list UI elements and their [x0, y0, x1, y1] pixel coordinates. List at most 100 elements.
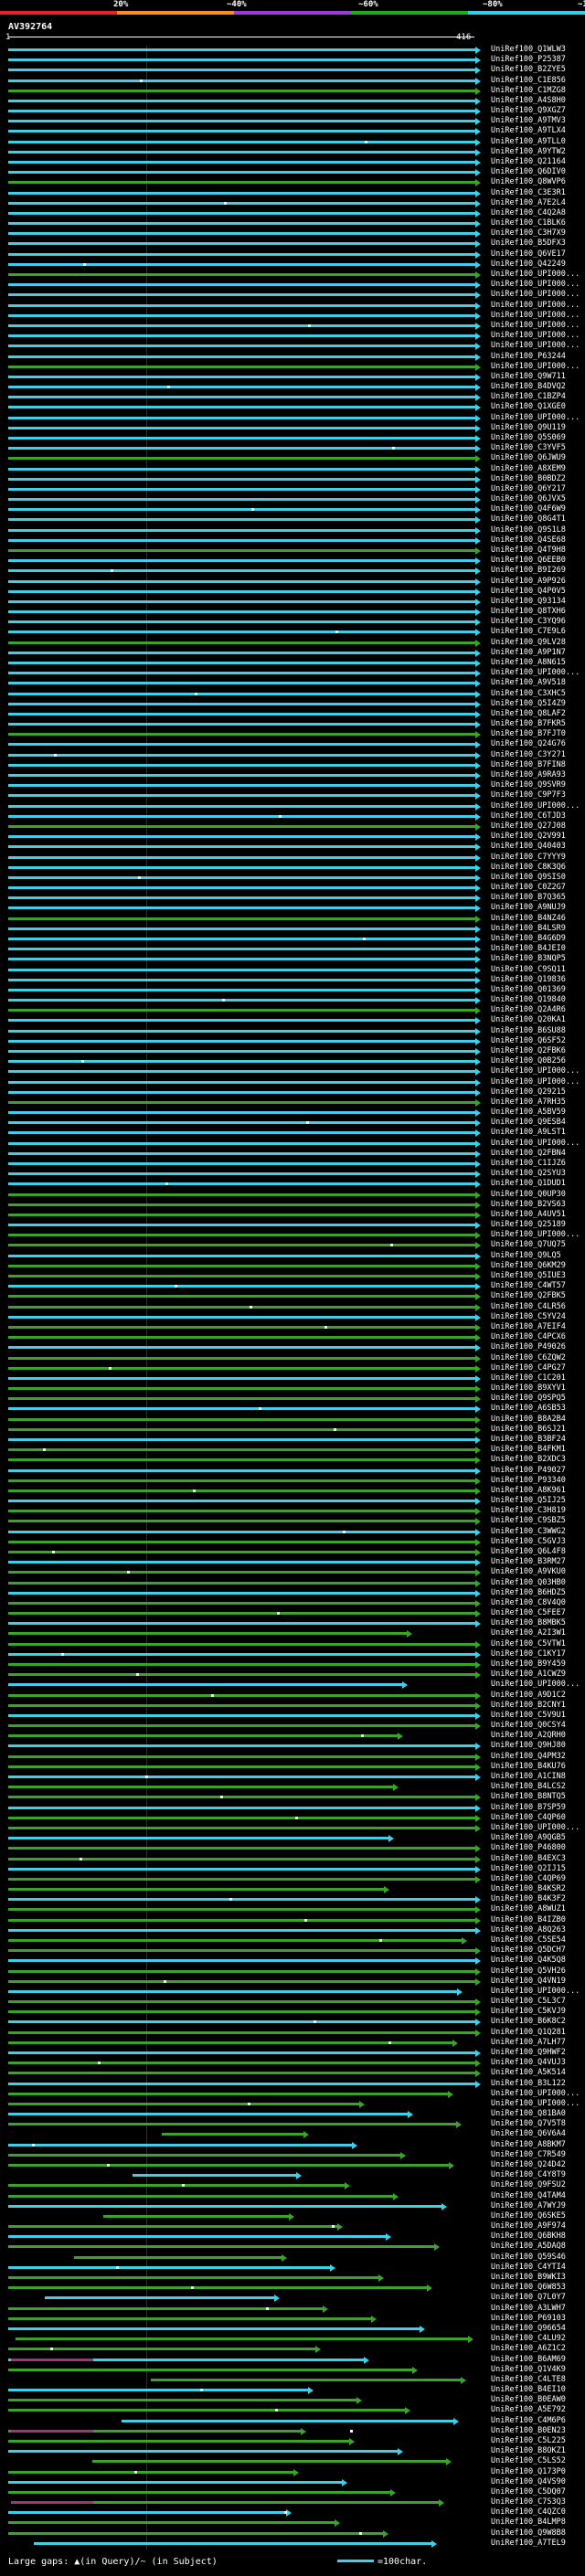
hit-id[interactable]: UniRef100_A9RA93 [491, 770, 566, 779]
hit-row[interactable]: UniRef100_Q9HWF2 [0, 2048, 585, 2058]
hit-row[interactable]: UniRef100_C4PCX6 [0, 1332, 585, 1342]
hit-id[interactable]: UniRef100_B6AM69 [491, 2355, 566, 2364]
hit-id[interactable]: UniRef100_B4FKM1 [491, 1445, 566, 1454]
hit-id[interactable]: UniRef100_B4EXC3 [491, 1854, 566, 1863]
hit-id[interactable]: UniRef100_Q6KM29 [491, 1261, 566, 1270]
hit-row[interactable]: UniRef100_Q2FBK5 [0, 1291, 585, 1301]
hit-id[interactable]: UniRef100_Q59S46 [491, 2253, 566, 2262]
hit-id[interactable]: UniRef100_Q6W853 [491, 2283, 566, 2292]
hit-id[interactable]: UniRef100_B8A2B4 [491, 1415, 566, 1424]
hit-id[interactable]: UniRef100_Q7L0Y7 [491, 2293, 566, 2302]
hit-id[interactable]: UniRef100_Q8TXH6 [491, 607, 566, 616]
hit-id[interactable]: UniRef100_B9WKI3 [491, 2273, 566, 2282]
hit-row[interactable]: UniRef100_C4Y8T9 [0, 2170, 585, 2180]
hit-id[interactable]: UniRef100_Q03HB0 [491, 1578, 566, 1587]
hit-id[interactable]: UniRef100_UPI000... [491, 301, 580, 310]
hit-row[interactable]: UniRef100_UPI000... [0, 311, 585, 321]
hit-row[interactable]: UniRef100_B7SP59 [0, 1803, 585, 1813]
hit-row[interactable]: UniRef100_Q1WLW3 [0, 45, 585, 55]
hit-row[interactable]: UniRef100_UPI000... [0, 280, 585, 290]
hit-row[interactable]: UniRef100_Q0CSY4 [0, 1721, 585, 1731]
hit-row[interactable]: UniRef100_UPI000... [0, 1680, 585, 1690]
hit-id[interactable]: UniRef100_Q1WLW3 [491, 45, 566, 54]
hit-row[interactable]: UniRef100_A9VKU0 [0, 1567, 585, 1577]
hit-row[interactable]: UniRef100_Q03HB0 [0, 1578, 585, 1588]
hit-row[interactable]: UniRef100_UPI000... [0, 301, 585, 311]
hit-row[interactable]: UniRef100_Q6JWU9 [0, 453, 585, 463]
hit-id[interactable]: UniRef100_C7YYY9 [491, 853, 566, 862]
hit-id[interactable]: UniRef100_B3RM27 [491, 1557, 566, 1566]
hit-id[interactable]: UniRef100_B7FJT0 [491, 729, 566, 738]
hit-id[interactable]: UniRef100_C1E856 [491, 76, 566, 85]
hit-row[interactable]: UniRef100_A3LWH7 [0, 2304, 585, 2314]
hit-row[interactable]: UniRef100_UPI000... [0, 1077, 585, 1087]
hit-id[interactable]: UniRef100_A9P926 [491, 577, 566, 586]
hit-id[interactable]: UniRef100_A9LST1 [491, 1128, 566, 1137]
hit-id[interactable]: UniRef100_Q19840 [491, 995, 566, 1004]
hit-id[interactable]: UniRef100_Q2A4R6 [491, 1005, 566, 1014]
hit-row[interactable]: UniRef100_B4EI10 [0, 2385, 585, 2395]
hit-id[interactable]: UniRef100_Q2SYU3 [491, 1169, 566, 1178]
hit-row[interactable]: UniRef100_A7WYJ9 [0, 2201, 585, 2211]
hit-id[interactable]: UniRef100_P93340 [491, 1476, 566, 1485]
hit-row[interactable]: UniRef100_Q1XGE0 [0, 402, 585, 412]
hit-id[interactable]: UniRef100_A8WUZ1 [491, 1904, 566, 1913]
hit-row[interactable]: UniRef100_UPI000... [0, 1139, 585, 1149]
hit-row[interactable]: UniRef100_UPI000... [0, 290, 585, 300]
hit-row[interactable]: UniRef100_Q4T9H8 [0, 546, 585, 556]
hit-id[interactable]: UniRef100_A9TMV3 [491, 116, 566, 125]
hit-row[interactable]: UniRef100_Q2A4R6 [0, 1005, 585, 1015]
hit-row[interactable]: UniRef100_B9Y459 [0, 1659, 585, 1670]
hit-id[interactable]: UniRef100_Q6VE17 [491, 249, 566, 259]
hit-row[interactable]: UniRef100_A4UV51 [0, 1210, 585, 1220]
hit-row[interactable]: UniRef100_Q4VN19 [0, 1977, 585, 1987]
hit-row[interactable]: UniRef100_C3WWG2 [0, 1527, 585, 1537]
hit-row[interactable]: UniRef100_C1E856 [0, 76, 585, 86]
hit-row[interactable]: UniRef100_A9F974 [0, 2221, 585, 2231]
hit-row[interactable]: UniRef100_Q4TAM4 [0, 2191, 585, 2201]
hit-id[interactable]: UniRef100_A2QRH0 [491, 1731, 566, 1740]
hit-row[interactable]: UniRef100_C1BZP4 [0, 392, 585, 402]
hit-id[interactable]: UniRef100_B9XYV1 [491, 1383, 566, 1393]
hit-id[interactable]: UniRef100_UPI000... [491, 1680, 580, 1689]
hit-row[interactable]: UniRef100_Q40403 [0, 842, 585, 852]
hit-row[interactable]: UniRef100_B6K8C2 [0, 2017, 585, 2027]
hit-id[interactable]: UniRef100_C5YV24 [491, 1312, 566, 1321]
hit-id[interactable]: UniRef100_C5V9U1 [491, 1711, 566, 1720]
hit-id[interactable]: UniRef100_A9QGB5 [491, 1833, 566, 1842]
hit-row[interactable]: UniRef100_Q9LV28 [0, 638, 585, 648]
hit-id[interactable]: UniRef100_B7FIN8 [491, 760, 566, 769]
hit-id[interactable]: UniRef100_P46800 [491, 1843, 566, 1852]
hit-id[interactable]: UniRef100_A9TLL0 [491, 137, 566, 146]
hit-id[interactable]: UniRef100_Q25189 [491, 1220, 566, 1229]
hit-id[interactable]: UniRef100_A9V518 [491, 678, 566, 687]
hit-row[interactable]: UniRef100_A1CWZ9 [0, 1670, 585, 1680]
hit-id[interactable]: UniRef100_C1IJZ6 [491, 1159, 566, 1168]
hit-id[interactable]: UniRef100_UPI000... [491, 280, 580, 289]
hit-id[interactable]: UniRef100_B7SP59 [491, 1803, 566, 1812]
hit-id[interactable]: UniRef100_Q4PM32 [491, 1752, 566, 1761]
hit-id[interactable]: UniRef100_C5DQ07 [491, 2487, 566, 2496]
hit-row[interactable]: UniRef100_Q24D42 [0, 2160, 585, 2170]
hit-id[interactable]: UniRef100_C5GVJ3 [491, 1537, 566, 1546]
hit-id[interactable]: UniRef100_Q6SKE5 [491, 2211, 566, 2221]
hit-id[interactable]: UniRef100_B4LSR9 [491, 924, 566, 933]
hit-id[interactable]: UniRef100_Q9FSU2 [491, 2180, 566, 2189]
hit-id[interactable]: UniRef100_A8XEM9 [491, 464, 566, 473]
hit-id[interactable]: UniRef100_C7S3Q3 [491, 2497, 566, 2507]
hit-row[interactable]: UniRef100_Q4P0V5 [0, 587, 585, 597]
hit-row[interactable]: UniRef100_B2VS63 [0, 1200, 585, 1210]
hit-id[interactable]: UniRef100_B4JEI0 [491, 944, 566, 953]
hit-id[interactable]: UniRef100_A9TLX4 [491, 126, 566, 135]
hit-id[interactable]: UniRef100_A7LH77 [491, 2038, 566, 2047]
hit-id[interactable]: UniRef100_A4S8H0 [491, 96, 566, 105]
hit-row[interactable]: UniRef100_Q4PM32 [0, 1752, 585, 1762]
hit-row[interactable]: UniRef100_C6TJD3 [0, 811, 585, 822]
hit-row[interactable]: UniRef100_Q6KM29 [0, 1261, 585, 1271]
hit-row[interactable]: UniRef100_C4M6P6 [0, 2416, 585, 2426]
hit-id[interactable]: UniRef100_Q4VS90 [491, 2477, 566, 2486]
hit-row[interactable]: UniRef100_Q9U119 [0, 423, 585, 433]
hit-id[interactable]: UniRef100_Q4VN19 [491, 1977, 566, 1986]
hit-id[interactable]: UniRef100_Q6JWU9 [491, 453, 566, 462]
hit-row[interactable]: UniRef100_P93340 [0, 1476, 585, 1486]
